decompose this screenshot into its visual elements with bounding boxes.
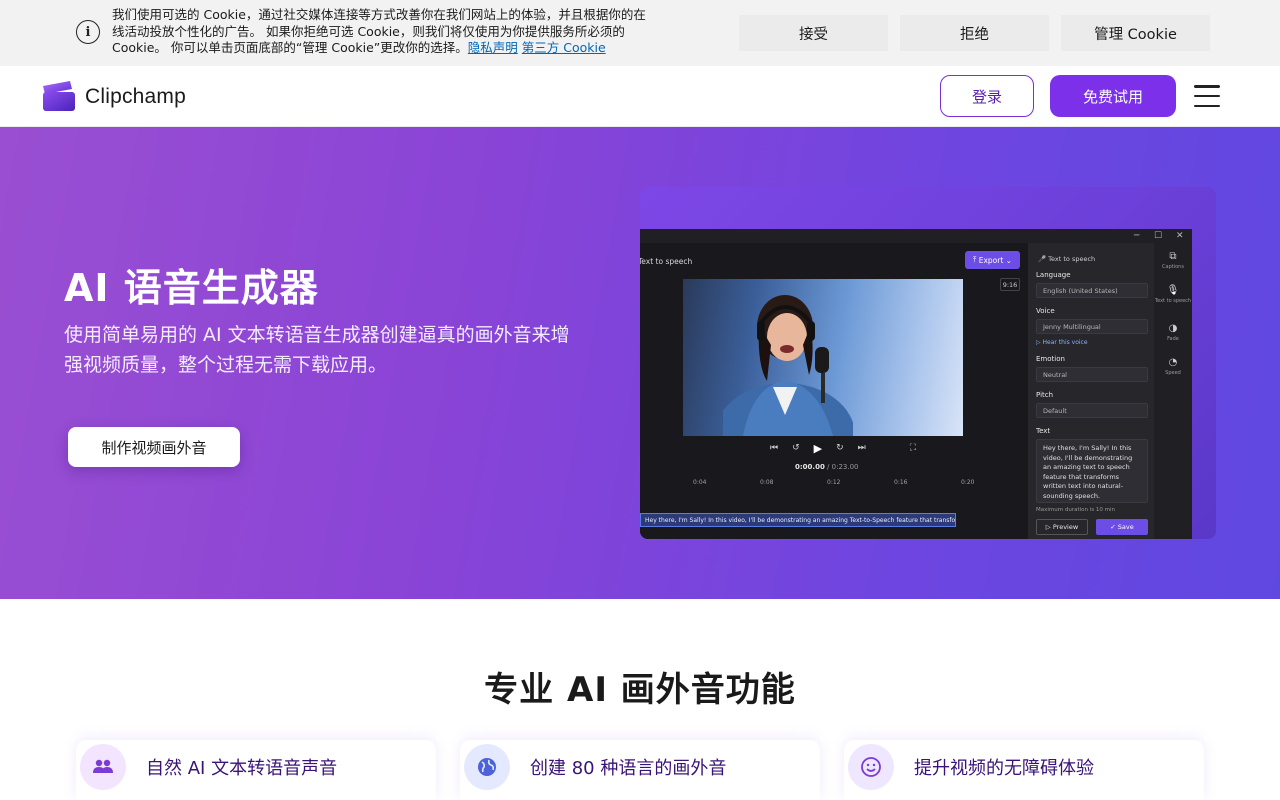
feature-card-80-languages[interactable]: 创建 80 种语言的画外音	[460, 740, 820, 800]
editor-preview-area: Text to speech ⤒ Export ⌄ 9:16 ⏮ ↺ ▶ ↻ ⏭…	[640, 243, 1028, 539]
tts-panel-heading: 🎤 Text to speech	[1038, 255, 1096, 263]
feature-card-label: 提升视频的无障碍体验	[914, 758, 1094, 779]
site-header: Clipchamp 登录 免费试用	[0, 66, 1280, 127]
manage-cookie-button[interactable]: 管理 Cookie	[1061, 15, 1210, 51]
logo-text[interactable]: Clipchamp	[85, 85, 186, 109]
playback-controls: ⏮ ↺ ▶ ↻ ⏭ ⛶	[770, 441, 920, 455]
tts-settings-panel: 🎤 Text to speech Language English (Unite…	[1028, 243, 1154, 539]
captions-tab: ⧉ Captions	[1154, 251, 1192, 270]
feature-card-label: 创建 80 种语言的画外音	[530, 758, 727, 779]
tts-text-area: Hey there, I'm Sally! In this video, I'l…	[1036, 439, 1148, 503]
export-button: ⤒ Export ⌄	[965, 251, 1020, 269]
panel-title: Text to speech	[640, 257, 693, 266]
timeline-ruler: 0:04 0:08 0:12 0:16 0:20	[693, 479, 975, 486]
free-trial-button[interactable]: 免费试用	[1050, 75, 1176, 117]
video-preview	[683, 279, 963, 436]
voice-select: Jenny Multilingual	[1036, 319, 1148, 334]
close-icon: ✕	[1176, 231, 1184, 241]
features-title: 专业 AI 画外音功能	[484, 670, 796, 710]
timecode: 0:00.00 / 0:23.00	[795, 463, 859, 471]
skip-start-icon: ⏮	[770, 443, 779, 453]
forward-icon: ↻	[836, 443, 844, 453]
make-voiceover-button[interactable]: 制作视频画外音	[68, 427, 240, 467]
feature-card-natural-voices[interactable]: 自然 AI 文本转语音声音	[76, 740, 436, 800]
skip-end-icon: ⏭	[857, 443, 866, 453]
people-icon	[80, 744, 126, 790]
third-party-cookie-link[interactable]: 第三方 Cookie	[522, 40, 606, 55]
hero-section: AI 语音生成器 使用简单易用的 AI 文本转语音生成器创建逼真的画外音来增 强…	[0, 127, 1280, 599]
privacy-link[interactable]: 隐私声明	[468, 40, 518, 55]
captions-icon: ⧉	[1169, 251, 1177, 262]
maximize-icon: ☐	[1154, 231, 1163, 241]
menu-icon[interactable]	[1194, 85, 1220, 107]
editor-window: ─ ☐ ✕ Text to speech ⤒ Export ⌄ 9:16 ⏮ ↺…	[640, 229, 1192, 539]
editor-side-tabs: ⧉ Captions 🎙 Text to speech ◑ Fade ◔ Speed	[1154, 243, 1192, 539]
minimize-icon: ─	[1134, 231, 1140, 241]
rewind-icon: ↺	[792, 443, 800, 453]
feature-card-accessibility[interactable]: 提升视频的无障碍体验	[844, 740, 1204, 800]
save-button: ✓ Save	[1096, 519, 1148, 535]
fade-icon: ◑	[1168, 323, 1178, 334]
editor-screenshot: ─ ☐ ✕ Text to speech ⤒ Export ⌄ 9:16 ⏮ ↺…	[640, 187, 1216, 539]
preview-button: ▷ Preview	[1036, 519, 1088, 535]
fullscreen-icon: ⛶	[909, 443, 917, 453]
clipchamp-logo-icon[interactable]	[42, 80, 76, 112]
hear-voice-link: ▷ Hear this voice	[1036, 339, 1088, 346]
person-illustration	[723, 295, 853, 436]
speed-tab: ◔ Speed	[1154, 357, 1192, 376]
pitch-select: Default	[1036, 403, 1148, 418]
hero-title: AI 语音生成器	[64, 266, 319, 310]
max-duration-note: Maximum duration is 10 min	[1036, 507, 1116, 513]
reject-cookie-button[interactable]: 拒绝	[900, 15, 1049, 51]
tts-tab: 🎙 Text to speech	[1154, 285, 1192, 304]
login-button[interactable]: 登录	[940, 75, 1034, 117]
feature-card-label: 自然 AI 文本转语音声音	[146, 758, 338, 779]
hero-subtitle: 使用简单易用的 AI 文本转语音生成器创建逼真的画外音来增 强视频质量，整个过程…	[64, 324, 570, 376]
microphone-icon: 🎙	[1166, 285, 1180, 296]
language-select: English (United States)	[1036, 283, 1148, 298]
aspect-ratio-badge: 9:16	[1000, 278, 1020, 291]
play-icon: ▶	[813, 441, 823, 455]
info-icon: i	[76, 20, 100, 44]
caption-clip: Hey there, I'm Sally! In this video, I'l…	[640, 513, 956, 527]
fade-tab: ◑ Fade	[1154, 323, 1192, 342]
cookie-message: 我们使用可选的 Cookie，通过社交媒体连接等方式改善你在我们网站上的体验，并…	[112, 7, 646, 55]
speed-icon: ◔	[1168, 357, 1178, 368]
accept-cookie-button[interactable]: 接受	[739, 15, 888, 51]
emotion-select: Neutral	[1036, 367, 1148, 382]
cookie-banner: i 我们使用可选的 Cookie，通过社交媒体连接等方式改善你在我们网站上的体验…	[0, 0, 1280, 66]
smiley-icon	[848, 744, 894, 790]
globe-icon	[464, 744, 510, 790]
